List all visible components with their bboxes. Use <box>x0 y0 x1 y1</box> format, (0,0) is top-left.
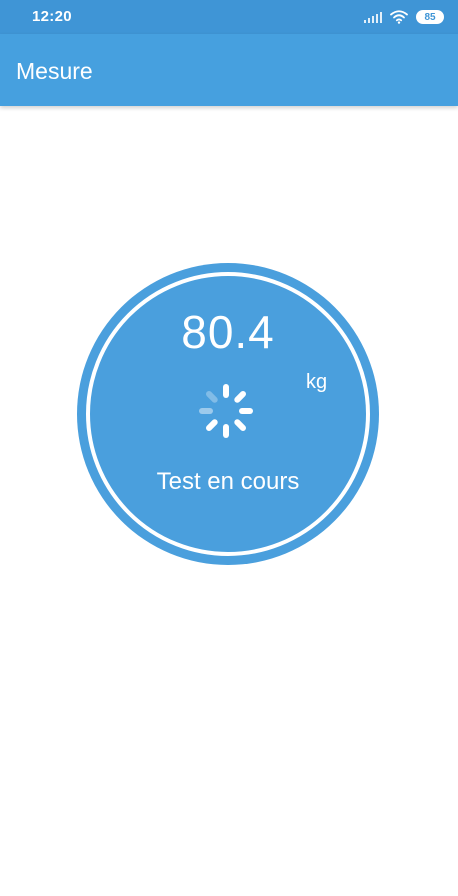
spinner-icon <box>199 384 253 438</box>
status-bar: 12:20 85 <box>0 0 458 34</box>
weight-unit: kg <box>306 371 328 393</box>
app-bar: Mesure <box>0 34 458 106</box>
battery-icon: 85 <box>416 10 444 24</box>
page-title: Mesure <box>16 58 93 84</box>
status-time: 12:20 <box>32 8 72 25</box>
battery-level: 85 <box>424 11 436 23</box>
weight-value: 80.4 <box>181 306 275 358</box>
measurement-gauge: 80.4 kg Test en cours <box>77 263 379 565</box>
wifi-icon <box>390 10 408 24</box>
signal-icon <box>364 11 382 23</box>
test-status: Test en cours <box>156 468 300 495</box>
status-icons: 85 <box>364 8 444 26</box>
